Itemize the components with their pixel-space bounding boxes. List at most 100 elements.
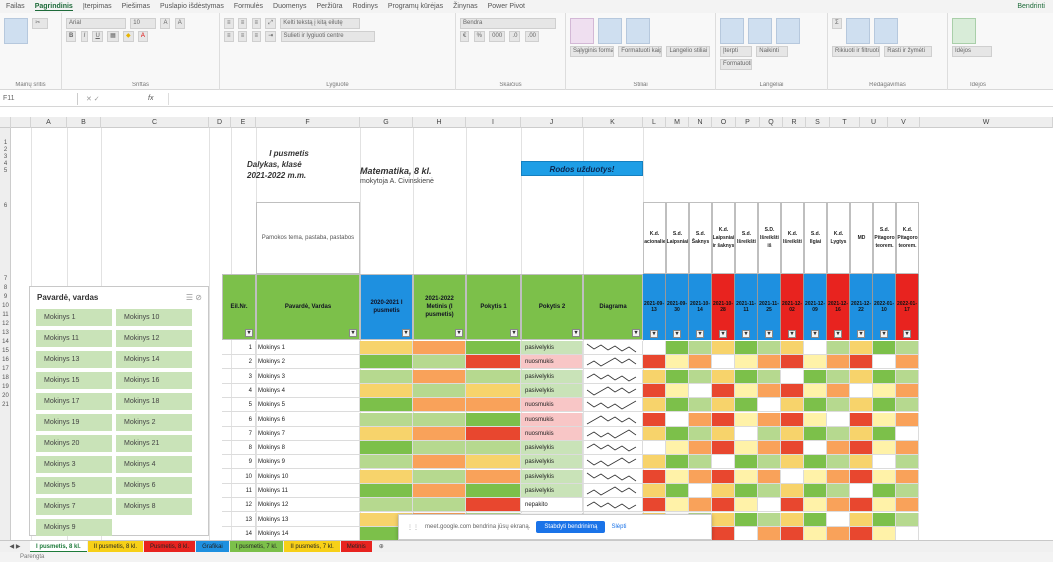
row-header-8[interactable]: 8	[0, 284, 11, 292]
table-row[interactable]: 7 Mokinys 7 nuosmukis	[222, 426, 1042, 441]
ribbon-tab-1[interactable]: Pagrindinis	[34, 3, 73, 11]
name-box[interactable]: F11	[0, 92, 78, 105]
row-header-15[interactable]: 15	[0, 347, 11, 355]
align-left-button[interactable]: ≡	[224, 31, 234, 42]
align-right-button[interactable]: ≡	[251, 31, 262, 42]
slicer-item[interactable]: Mokinys 20	[36, 435, 112, 452]
table-row[interactable]: 11 Mokinys 11 pasivelykis	[222, 484, 1042, 498]
table-row[interactable]: 9 Mokinys 9 pasivelykis	[222, 455, 1042, 470]
fx-icon[interactable]: fx	[148, 95, 168, 102]
ribbon-tab-4[interactable]: Puslapio išdėstymas	[160, 3, 224, 10]
slicer-item[interactable]: Mokinys 17	[36, 393, 112, 410]
column-header-G[interactable]: G	[360, 117, 413, 128]
row-header-18[interactable]: 18	[0, 374, 11, 382]
drag-handle-icon[interactable]: ⋮⋮	[407, 524, 419, 531]
cell-styles-button[interactable]: Langelio stiliai	[666, 46, 711, 57]
formula-buttons[interactable]: ✕ ✓	[78, 95, 148, 103]
percent-button[interactable]: %	[473, 31, 485, 42]
column-header-V[interactable]: V	[888, 117, 920, 128]
filter-dropdown-icon[interactable]: ▾	[834, 330, 842, 338]
row-header-11[interactable]: 11	[0, 311, 11, 319]
tasks-button[interactable]: Rodos užduotys!	[521, 161, 643, 176]
row-header-9[interactable]: 9	[0, 293, 11, 301]
column-header-O[interactable]: O	[712, 117, 736, 128]
sheet-tab-2[interactable]: Pusmetis, 8 kl.	[144, 540, 196, 553]
cut-button[interactable]: ✂	[32, 18, 49, 29]
column-header-C[interactable]: C	[101, 117, 209, 128]
tab-nav-icon[interactable]: ◀ ▶	[0, 543, 30, 550]
font-size-select[interactable]: 10	[130, 18, 157, 29]
ribbon-tab-8[interactable]: Rodinys	[353, 3, 378, 10]
sheet-tab-5[interactable]: II pusmetis, 7 kl.	[284, 540, 340, 553]
slicer-item[interactable]: Mokinys 15	[36, 372, 112, 389]
delete-cells-button[interactable]: Naikinti	[756, 46, 789, 57]
slicer-item[interactable]: Mokinys 8	[116, 498, 192, 515]
ribbon-tab-5[interactable]: Formulės	[234, 3, 263, 10]
sheet-tab-4[interactable]: I pusmetis, 7 kl.	[229, 540, 284, 553]
underline-button[interactable]: U	[92, 31, 103, 42]
slicer-panel[interactable]: Pavardė, vardas ☰ ⊘ Mokinys 1 Mokinys 10 M…	[29, 286, 209, 536]
filter-dropdown-icon[interactable]: ▾	[880, 330, 888, 338]
table-row[interactable]: 4 Mokinys 4 pasivelykis	[222, 383, 1042, 398]
filter-dropdown-icon[interactable]: ▾	[788, 330, 796, 338]
column-header-K[interactable]: K	[583, 117, 643, 128]
slicer-item[interactable]: Mokinys 16	[116, 372, 192, 389]
filter-dropdown-icon[interactable]: ▾	[245, 329, 253, 337]
slicer-item[interactable]: Mokinys 9	[36, 519, 112, 536]
currency-button[interactable]: €	[460, 31, 470, 42]
shrink-font-button[interactable]: A	[174, 18, 185, 29]
filter-dropdown-icon[interactable]: ▾	[742, 330, 750, 338]
increase-decimal-button[interactable]: .0	[509, 31, 521, 42]
column-header-W[interactable]: W	[920, 117, 1053, 128]
insert-cells-icon[interactable]	[720, 18, 744, 44]
grow-font-button[interactable]: A	[160, 18, 171, 29]
fill-color-button[interactable]: ◆	[122, 31, 134, 42]
stop-sharing-button[interactable]: Stabdyti bendrinimą	[536, 521, 606, 533]
filter-dropdown-icon[interactable]: ▾	[903, 330, 911, 338]
slicer-item[interactable]: Mokinys 6	[116, 477, 192, 494]
column-header-N[interactable]: N	[689, 117, 712, 128]
column-header-H[interactable]: H	[413, 117, 466, 128]
italic-button[interactable]: I	[80, 31, 89, 42]
filter-dropdown-icon[interactable]: ▾	[572, 329, 580, 337]
sheet-tab-1[interactable]: II pusmetis, 8 kl.	[87, 540, 144, 553]
find-select-button[interactable]: Rasti ir žymėti	[884, 46, 933, 57]
comma-button[interactable]: 000	[489, 31, 506, 42]
share-button[interactable]: Bendrinti	[1017, 3, 1045, 10]
decrease-decimal-button[interactable]: .00	[524, 31, 539, 42]
ribbon-tab-2[interactable]: Įterpimas	[83, 3, 112, 10]
slicer-item[interactable]: Mokinys 11	[36, 330, 112, 347]
autosum-button[interactable]: Σ	[832, 18, 842, 29]
slicer-item[interactable]: Mokinys 12	[116, 330, 192, 347]
table-row[interactable]: 2 Mokinys 2 nuosmukis	[222, 355, 1042, 370]
slicer-item[interactable]: Mokinys 21	[116, 435, 192, 452]
column-header-B[interactable]: B	[67, 117, 101, 128]
filter-dropdown-icon[interactable]: ▾	[765, 330, 773, 338]
row-header-5[interactable]: 5	[0, 167, 11, 175]
orientation-button[interactable]: ⤢	[265, 18, 277, 29]
slicer-item[interactable]: Mokinys 1	[36, 309, 112, 326]
format-as-table-icon[interactable]	[598, 18, 623, 44]
column-header-corner[interactable]	[11, 117, 31, 128]
column-header-F[interactable]: F	[256, 117, 360, 128]
ideas-button[interactable]: Idėjos	[952, 46, 992, 57]
sort-filter-icon[interactable]	[845, 18, 870, 44]
row-header-13[interactable]: 13	[0, 329, 11, 337]
slicer-item[interactable]: Mokinys 3	[36, 456, 112, 473]
sheet-tab-3[interactable]: Grafikai	[196, 540, 229, 553]
filter-dropdown-icon[interactable]: ▾	[811, 330, 819, 338]
conditional-formatting-button[interactable]: Sąlyginis formatavimas	[570, 46, 614, 57]
font-name-select[interactable]: Arial	[66, 18, 126, 29]
sheet-tab-6[interactable]: Metinis	[340, 540, 372, 553]
slicer-item[interactable]: Mokinys 14	[116, 351, 192, 368]
format-cells-icon[interactable]	[776, 18, 801, 44]
filter-dropdown-icon[interactable]: ▾	[632, 329, 640, 337]
row-header-20[interactable]: 20	[0, 392, 11, 400]
table-row[interactable]: 1 Mokinys 1 pasivelykis	[222, 341, 1042, 355]
column-header-S[interactable]: S	[806, 117, 830, 128]
ribbon-tab-7[interactable]: Peržiūra	[316, 3, 342, 10]
filter-dropdown-icon[interactable]: ▾	[650, 330, 658, 338]
align-top-button[interactable]: ≡	[224, 18, 234, 29]
sheet-tab-0[interactable]: I pusmetis, 8 kl.	[30, 540, 87, 553]
row-header-7[interactable]: 7	[0, 275, 11, 283]
